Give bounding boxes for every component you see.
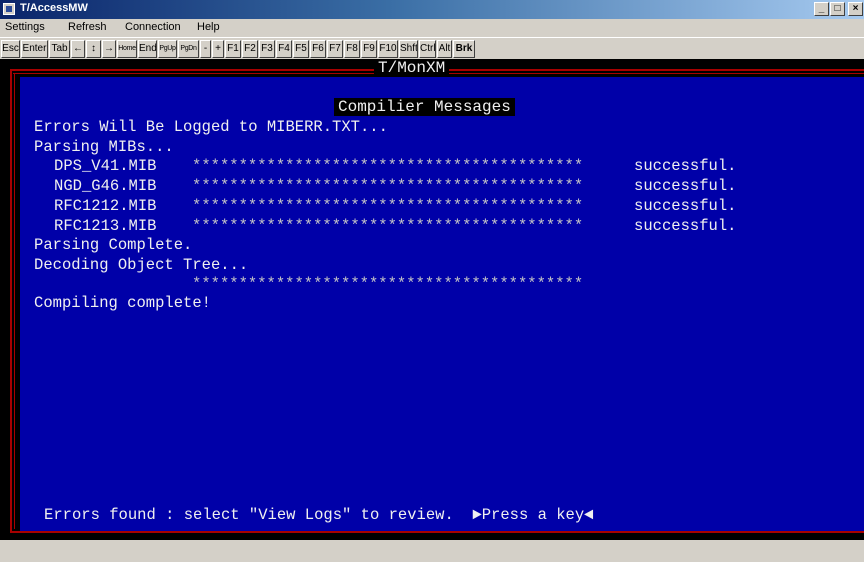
menu-refresh[interactable]: Refresh [68,21,107,33]
key-toolbar: Esc Enter Tab ← ↕ → Home End PgUp PgDn -… [0,37,864,59]
maximize-button[interactable]: □ [830,2,845,16]
key-f5-button[interactable]: F5 [293,40,309,58]
parsing-complete-line: Parsing Complete. [34,236,193,254]
key-pgup-button[interactable]: PgUp [158,40,177,58]
key-ctrl-button[interactable]: Ctrl [419,40,436,58]
key-break-button[interactable]: Brk [453,40,475,58]
footer-status-line[interactable]: Errors found : select "View Logs" to rev… [44,505,594,525]
key-f8-button[interactable]: F8 [344,40,360,58]
key-end-button[interactable]: End [138,40,157,58]
key-pgdn-button[interactable]: PgDn [178,40,199,58]
close-button[interactable]: × [848,2,863,16]
arrow-left-icon[interactable]: ← [71,40,85,58]
frame-left-outer [10,69,12,532]
key-plus-button[interactable]: + [212,40,224,58]
arrow-up-down-icon[interactable]: ↕ [86,40,101,58]
minimize-button[interactable]: _ [814,2,829,16]
mib-progress: ****************************************… [192,217,584,235]
mib-progress: ****************************************… [192,177,584,195]
mib-status: successful. [634,157,737,175]
key-shift-button[interactable]: Shft [399,40,418,58]
key-f4-button[interactable]: F4 [276,40,292,58]
key-f7-button[interactable]: F7 [327,40,343,58]
key-f1-button[interactable]: F1 [225,40,241,58]
parsing-line: Parsing MIBs... [34,138,174,156]
key-f9-button[interactable]: F9 [361,40,377,58]
frame-left-inner [14,73,15,529]
mib-status: successful. [634,197,737,215]
app-title: T/MonXM [374,59,450,77]
mib-status: successful. [634,177,737,195]
key-f2-button[interactable]: F2 [242,40,258,58]
key-tab-button[interactable]: Tab [49,40,70,58]
decoding-line: Decoding Object Tree... [34,256,249,274]
key-f6-button[interactable]: F6 [310,40,326,58]
decoding-progress: ****************************************… [192,275,584,293]
status-bar [0,540,864,562]
menu-connection[interactable]: Connection [125,21,181,33]
mib-progress: ****************************************… [192,197,584,215]
key-enter-button[interactable]: Enter [21,40,48,58]
window-title: T/AccessMW [20,2,88,14]
mib-progress: ****************************************… [192,157,584,175]
menu-settings[interactable]: Settings [5,21,45,33]
compiled-line: Compiling complete! [34,294,211,312]
mib-status: successful. [634,217,737,235]
mib-name: NGD_G46.MIB [54,177,157,195]
log-notice: Errors Will Be Logged to MIBERR.TXT... [34,118,388,136]
app-icon[interactable] [3,3,15,15]
frame-bottom [10,531,864,533]
mib-name: DPS_V41.MIB [54,157,157,175]
mib-name: RFC1213.MIB [54,217,157,235]
panel-title: Compilier Messages [334,98,515,116]
arrow-right-icon[interactable]: → [102,40,116,58]
key-alt-button[interactable]: Alt [437,40,452,58]
title-bar: T/AccessMW _ □ × [0,0,864,19]
key-esc-button[interactable]: Esc [1,40,20,58]
key-f3-button[interactable]: F3 [259,40,275,58]
key-home-button[interactable]: Home [117,40,137,58]
menu-help[interactable]: Help [197,21,220,33]
key-minus-button[interactable]: - [200,40,211,58]
menu-bar: Settings Refresh Connection Help [0,19,864,37]
terminal-screen[interactable]: T/MonXM Compilier Messages Errors Will B… [0,59,864,540]
key-f10-button[interactable]: F10 [378,40,398,58]
mib-name: RFC1212.MIB [54,197,157,215]
